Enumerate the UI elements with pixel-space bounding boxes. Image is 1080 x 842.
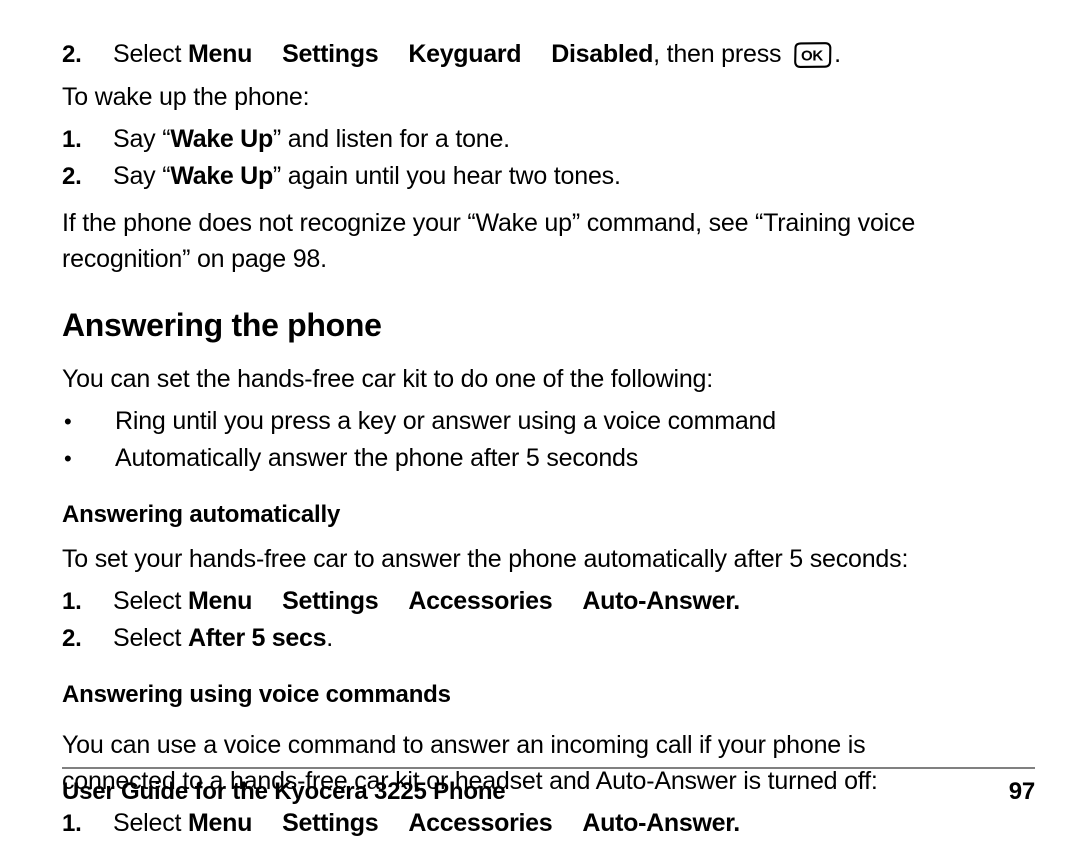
wake-intro-text: To wake up the phone: bbox=[62, 83, 310, 111]
menu-path: Menu Settings Keyguard Disabled bbox=[188, 40, 653, 68]
footer-row: User Guide for the Kyocera 3225 Phone 97 bbox=[62, 778, 1035, 806]
list-number: 1. bbox=[62, 810, 82, 837]
menu-path-item-settings: Settings bbox=[282, 587, 379, 615]
voice-command-wake-up: Wake Up bbox=[170, 162, 273, 190]
list-number: 2. bbox=[62, 41, 82, 68]
menu-path-item-auto-answer: Auto-Answer. bbox=[582, 809, 740, 837]
auto-step-text-2: Select After 5 secs. bbox=[113, 620, 1035, 657]
select-label: Select bbox=[113, 624, 189, 652]
menu-path-item-keyguard: Keyguard bbox=[408, 40, 522, 68]
menu-path-item-menu: Menu bbox=[188, 587, 253, 615]
menu-path-item-menu: Menu bbox=[188, 809, 253, 837]
menu-path-item-menu: Menu bbox=[188, 40, 253, 68]
then-press-label: , then press bbox=[653, 40, 789, 68]
bullet-text-1: Ring until you press a key or answer usi… bbox=[115, 407, 776, 435]
training-note-line-2: recognition” on page 98. bbox=[62, 245, 327, 273]
training-note-line-1: If the phone does not recognize your “Wa… bbox=[62, 209, 916, 237]
keyguard-step-text: Select Menu Settings Keyguard Disabled, the… bbox=[113, 36, 1035, 73]
step-text-pre: Say “ bbox=[113, 162, 171, 190]
select-label: Select bbox=[113, 40, 189, 68]
menu-path: Menu Settings Accessories Auto-Answer. bbox=[188, 587, 740, 615]
subsection-heading-answering-automatically: Answering automatically bbox=[62, 501, 341, 528]
bullet-text-2: Automatically answer the phone after 5 s… bbox=[115, 444, 639, 472]
ok-key-icon: OK bbox=[792, 42, 832, 68]
section-heading-answering-the-phone: Answering the phone bbox=[62, 307, 382, 343]
sentence-period: . bbox=[834, 40, 841, 68]
voice-step-row-1: 1. Select Menu Settings Accessories Auto-An… bbox=[62, 805, 1035, 842]
menu-path-item-accessories: Accessories bbox=[408, 809, 553, 837]
step-text-post: ” again until you hear two tones. bbox=[272, 162, 621, 190]
list-number: 1. bbox=[62, 588, 82, 615]
voice-command-wake-up: Wake Up bbox=[170, 125, 273, 153]
list-number: 2. bbox=[62, 625, 82, 652]
bullet-marker: • bbox=[64, 409, 72, 434]
voice-intro-line-1: You can use a voice command to answer an… bbox=[62, 731, 866, 759]
menu-path-item-disabled: Disabled bbox=[551, 40, 654, 68]
select-label: Select bbox=[113, 587, 189, 615]
step-text-pre: Say “ bbox=[113, 125, 171, 153]
voice-step-text-1: Select Menu Settings Accessories Auto-Answe… bbox=[113, 805, 1035, 842]
svg-text:OK: OK bbox=[801, 48, 823, 65]
footer-document-title: User Guide for the Kyocera 3225 Phone bbox=[62, 778, 506, 805]
bullet-row-2: • Automatically answer the phone after 5… bbox=[62, 440, 1035, 477]
menu-option-after-5-secs: After 5 secs bbox=[188, 624, 327, 652]
subsection-heading-answering-using-voice-commands: Answering using voice commands bbox=[62, 681, 451, 708]
menu-path-item-settings: Settings bbox=[282, 40, 379, 68]
bullet-row-1: • Ring until you press a key or answer u… bbox=[62, 403, 1035, 440]
step-text-post: ” and listen for a tone. bbox=[272, 125, 510, 153]
document-page: 2. Select Menu Settings Keyguard Disabled, … bbox=[0, 0, 1080, 837]
footer-page-number: 97 bbox=[1008, 778, 1035, 805]
footer-divider bbox=[62, 767, 1035, 769]
answering-intro-text: You can set the hands-free car kit to do… bbox=[62, 365, 713, 393]
menu-path-item-accessories: Accessories bbox=[408, 587, 553, 615]
wake-step-row-1: 1. Say “Wake Up” and listen for a tone. bbox=[62, 121, 1035, 158]
keyguard-step-row: 2. Select Menu Settings Keyguard Disabled, … bbox=[62, 36, 1035, 73]
auto-step-row-2: 2. Select After 5 secs. bbox=[62, 620, 1035, 657]
wake-step-row-2: 2. Say “Wake Up” again until you hear tw… bbox=[62, 158, 1035, 195]
menu-path-item-auto-answer: Auto-Answer. bbox=[582, 587, 740, 615]
auto-intro-text: To set your hands-free car to answer the… bbox=[62, 545, 909, 573]
auto-step-row-1: 1. Select Menu Settings Accessories Auto-An… bbox=[62, 583, 1035, 620]
list-number: 2. bbox=[62, 163, 82, 190]
wake-step-text-2: Say “Wake Up” again until you hear two t… bbox=[113, 158, 1035, 195]
select-label: Select bbox=[113, 809, 189, 837]
menu-path: Menu Settings Accessories Auto-Answer. bbox=[188, 809, 740, 837]
auto-step-text-1: Select Menu Settings Accessories Auto-Answe… bbox=[113, 583, 1035, 620]
menu-path-item-settings: Settings bbox=[282, 809, 379, 837]
page-footer: User Guide for the Kyocera 3225 Phone 97 bbox=[62, 767, 1035, 806]
bullet-marker: • bbox=[64, 446, 72, 471]
sentence-period: . bbox=[326, 624, 333, 652]
list-number: 1. bbox=[62, 126, 82, 153]
wake-step-text-1: Say “Wake Up” and listen for a tone. bbox=[113, 121, 1035, 158]
